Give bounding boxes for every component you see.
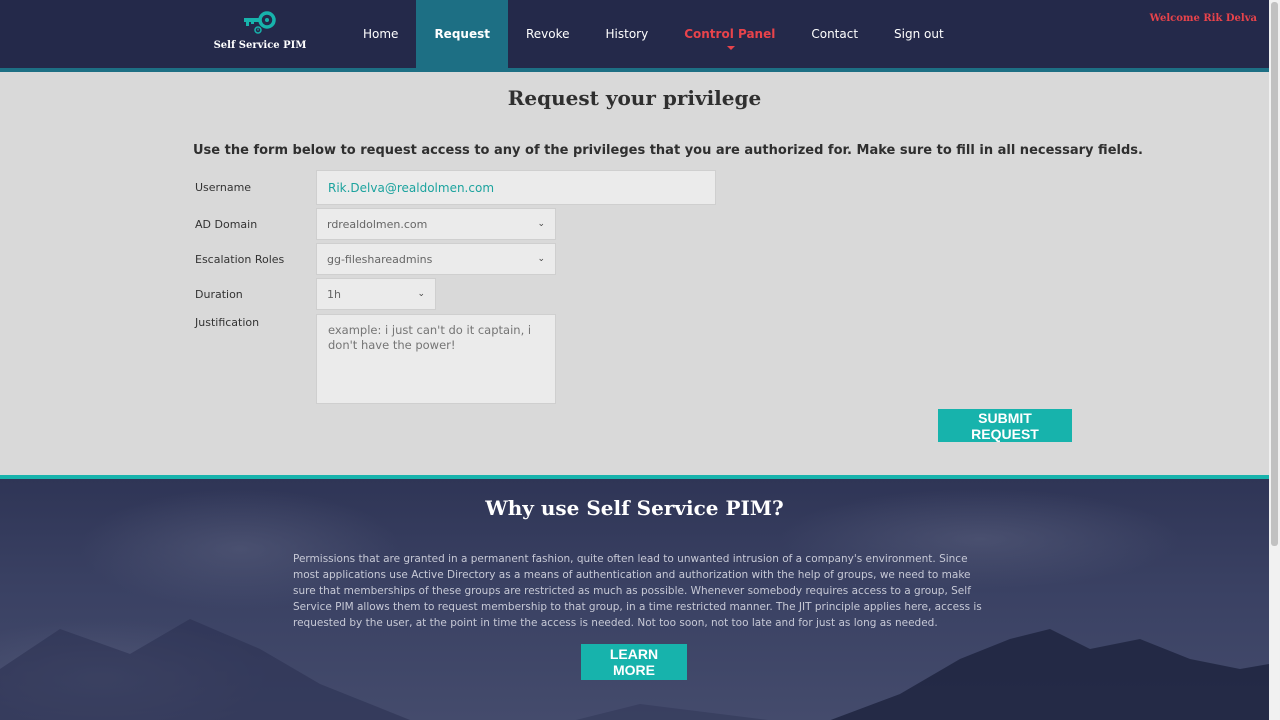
escalation-roles-selected-value: gg-fileshareadmins	[327, 252, 433, 266]
nav-sign-out[interactable]: Sign out	[876, 0, 962, 68]
username-label: Username	[195, 181, 252, 194]
nav-contact[interactable]: Contact	[793, 0, 876, 68]
why-title: Why use Self Service PIM?	[485, 496, 784, 520]
nav-control-panel-label: Control Panel	[684, 27, 776, 41]
top-navigation-bar: Self Service PIM Home Request Revoke His…	[0, 0, 1269, 72]
chevron-down-icon: ⌄	[537, 254, 545, 264]
main-nav: Home Request Revoke History Control Pane…	[345, 0, 962, 68]
nav-history[interactable]: History	[588, 0, 667, 68]
justification-label: Justification	[195, 316, 260, 329]
why-section: Why use Self Service PIM? Permissions th…	[0, 475, 1269, 720]
request-form-section: Request your privilege Use the form belo…	[0, 72, 1269, 475]
nav-revoke[interactable]: Revoke	[508, 0, 588, 68]
ad-domain-label: AD Domain	[195, 218, 258, 231]
duration-select[interactable]: 1h ⌄	[316, 278, 436, 310]
username-input[interactable]	[316, 170, 716, 205]
page-scrollbar[interactable]	[1269, 0, 1280, 720]
nav-request[interactable]: Request	[416, 0, 508, 68]
nav-control-panel[interactable]: Control Panel	[666, 0, 793, 68]
logo[interactable]: Self Service PIM	[210, 10, 310, 60]
escalation-roles-label: Escalation Roles	[195, 253, 285, 266]
welcome-user-text: Welcome Rik Delva	[1149, 13, 1257, 24]
nav-home[interactable]: Home	[345, 0, 416, 68]
justification-textarea[interactable]	[316, 314, 556, 404]
learn-more-button[interactable]: LEARN MORE	[581, 644, 687, 680]
ad-domain-selected-value: rdrealdolmen.com	[327, 217, 428, 231]
chevron-down-icon: ⌄	[417, 289, 425, 299]
key-icon	[244, 11, 276, 34]
why-description: Permissions that are granted in a perman…	[293, 553, 982, 629]
ad-domain-select[interactable]: rdrealdolmen.com ⌄	[316, 208, 556, 240]
form-intro-text: Use the form below to request access to …	[193, 143, 1143, 158]
page-title: Request your privilege	[507, 86, 762, 110]
duration-label: Duration	[195, 288, 243, 301]
logo-text: Self Service PIM	[213, 40, 307, 51]
duration-selected-value: 1h	[327, 287, 341, 301]
submit-request-button[interactable]: SUBMIT REQUEST	[938, 409, 1072, 442]
caret-down-icon	[726, 46, 735, 50]
scrollbar-thumb[interactable]	[1271, 2, 1278, 546]
escalation-roles-select[interactable]: gg-fileshareadmins ⌄	[316, 243, 556, 275]
chevron-down-icon: ⌄	[537, 219, 545, 229]
